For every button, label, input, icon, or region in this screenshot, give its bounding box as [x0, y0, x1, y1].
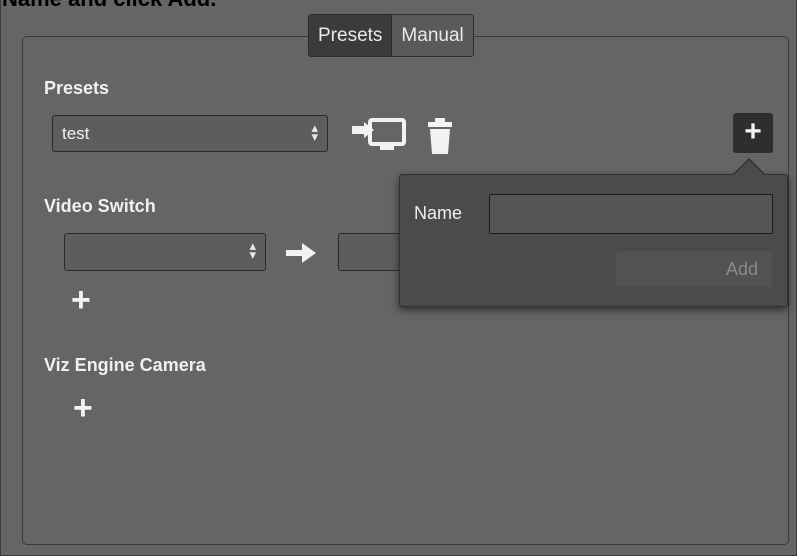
name-input[interactable] — [489, 194, 773, 234]
preset-select[interactable]: test ▴ ▾ — [52, 115, 328, 152]
preset-panel: Presets Manual Presets test ▴ ▾ + Video S… — [0, 0, 797, 556]
name-label: Name — [414, 203, 463, 223]
popup-add-button[interactable]: Add — [616, 251, 772, 287]
new-preset-popup: Name Add — [399, 174, 788, 307]
preset-select-value: test — [62, 124, 90, 143]
arrow-right-icon — [286, 243, 316, 263]
video-switch-section-label: Video Switch — [44, 196, 156, 216]
apply-preset-icon[interactable] — [350, 116, 410, 156]
presets-section-label: Presets — [44, 78, 110, 98]
tab-manual[interactable]: Manual — [391, 15, 473, 56]
select-updown-icon: ▴ ▾ — [311, 120, 318, 144]
trash-icon[interactable] — [427, 117, 453, 155]
select-updown-icon: ▴ ▾ — [249, 238, 256, 262]
viz-engine-camera-section-label: Viz Engine Camera — [44, 355, 206, 375]
add-viz-engine-camera-button[interactable]: + — [73, 391, 93, 425]
popup-caret — [734, 160, 764, 175]
mode-tabs: Presets Manual — [308, 14, 474, 57]
caption-text: Name and click Add. — [2, 0, 216, 12]
add-video-switch-button[interactable]: + — [71, 283, 91, 317]
tab-presets[interactable]: Presets — [309, 15, 392, 56]
add-preset-button[interactable]: + — [733, 113, 773, 153]
video-switch-source-select[interactable]: ▴ ▾ — [64, 233, 266, 271]
